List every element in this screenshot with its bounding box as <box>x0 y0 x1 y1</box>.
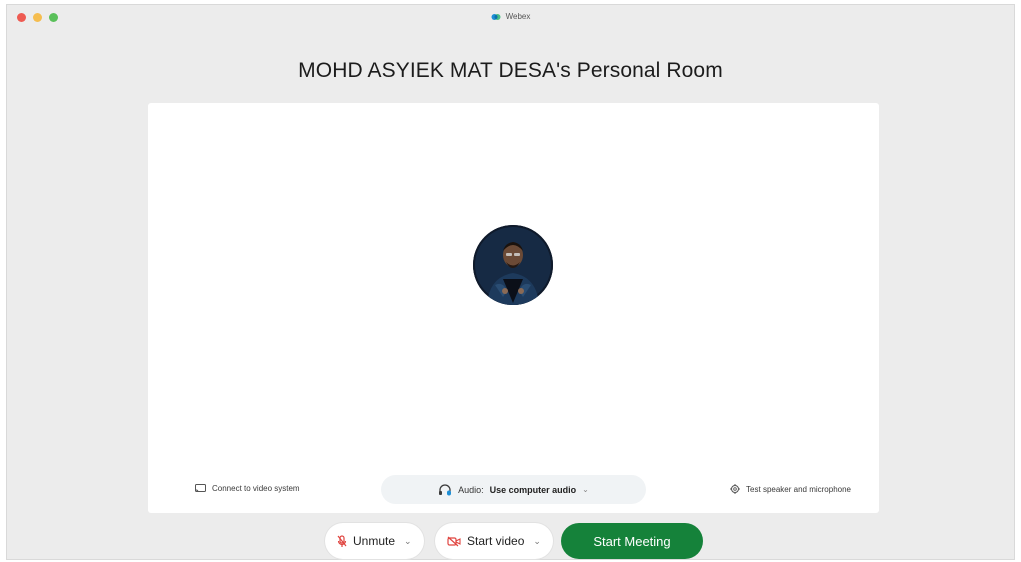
headset-icon <box>439 483 452 495</box>
gear-icon <box>730 484 741 494</box>
audio-selector[interactable]: Audio: Use computer audio ⌄ <box>381 475 646 504</box>
start-video-label: Start video <box>467 534 525 548</box>
connect-video-system-label: Connect to video system <box>212 484 300 493</box>
preview-toolbar: Connect to video system Audio: Use compu… <box>148 475 879 505</box>
avatar-image <box>473 225 553 305</box>
video-preview: Connect to video system Audio: Use compu… <box>148 103 879 513</box>
app-window: Webex MOHD ASYIEK MAT DESA's Personal Ro… <box>6 4 1015 560</box>
title-bar: Webex <box>7 5 1014 33</box>
audio-value: Use computer audio <box>489 484 577 495</box>
unmute-label: Unmute <box>353 534 396 548</box>
test-speaker-button[interactable]: Test speaker and microphone <box>730 484 851 494</box>
chevron-down-icon: ⌄ <box>582 485 589 494</box>
app-title-text: Webex <box>505 12 531 21</box>
meeting-controls: Unmute ⌄ Start video ⌄ Start Meeting <box>7 523 1014 559</box>
audio-prefix: Audio: <box>458 484 484 495</box>
video-off-icon <box>447 536 461 546</box>
test-speaker-label: Test speaker and microphone <box>746 484 851 494</box>
chevron-down-icon[interactable]: ⌄ <box>404 536 412 547</box>
webex-logo-icon <box>491 13 501 20</box>
mic-muted-icon <box>337 534 347 547</box>
connect-video-system-button[interactable]: Connect to video system <box>195 484 300 493</box>
start-meeting-button[interactable]: Start Meeting <box>561 523 703 559</box>
page-title: MOHD ASYIEK MAT DESA's Personal Room <box>298 59 723 82</box>
unmute-button[interactable]: Unmute ⌄ <box>325 523 424 559</box>
chevron-down-icon[interactable]: ⌄ <box>533 536 541 547</box>
cast-icon <box>195 484 206 493</box>
start-video-button[interactable]: Start video ⌄ <box>435 523 553 559</box>
app-title: Webex <box>7 12 1014 21</box>
avatar <box>473 225 553 305</box>
